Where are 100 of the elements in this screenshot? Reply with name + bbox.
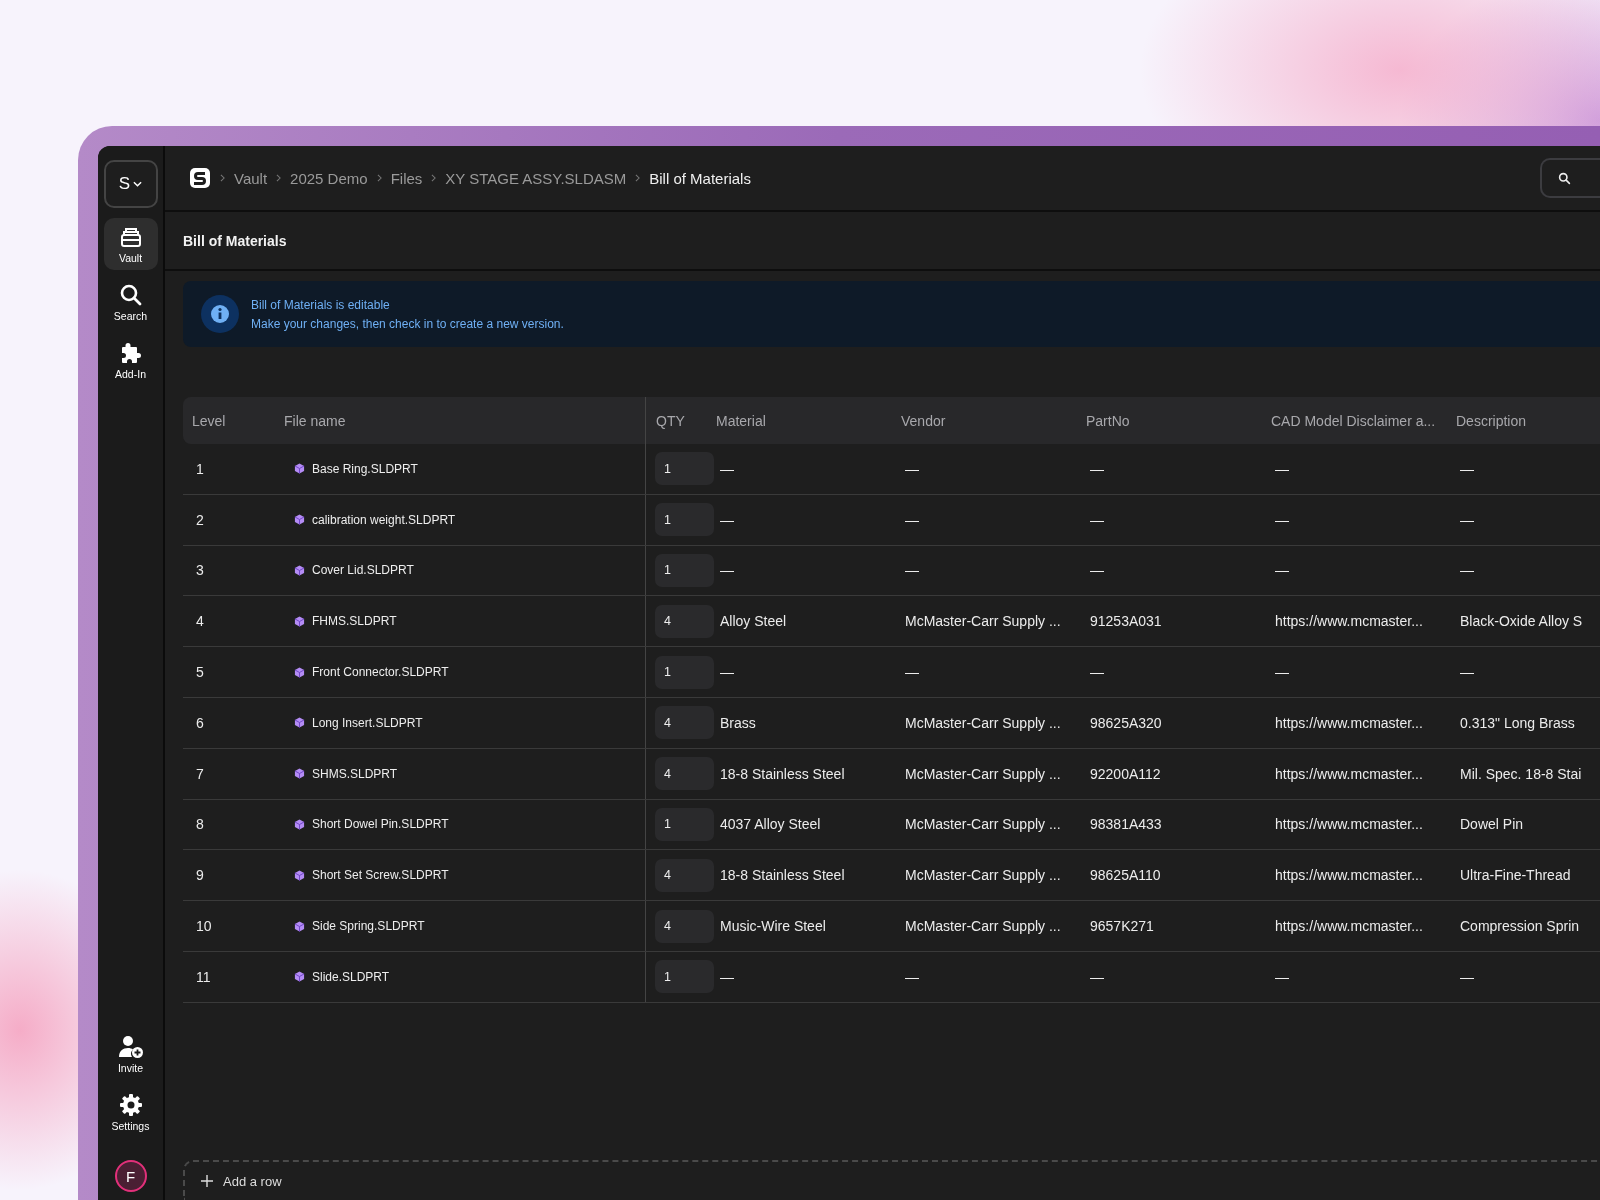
quantity-field[interactable]: 4	[655, 706, 714, 740]
column-header[interactable]: Level	[183, 397, 278, 444]
nav-item[interactable]: Settings	[103, 1086, 158, 1138]
quantity-field[interactable]: 4	[655, 604, 714, 638]
file-name[interactable]: Long Insert.SLDPRT	[312, 715, 423, 730]
banner-title: Bill of Materials is editable	[251, 297, 391, 312]
table-cell-text: Black-Oxide Alloy S	[1459, 612, 1584, 632]
nav-item[interactable]: Vault	[103, 218, 158, 270]
cube-icon	[294, 565, 305, 576]
file-name[interactable]: Side Spring.SLDPRT	[312, 919, 425, 934]
add-row-button[interactable]: Add a row	[183, 1160, 1600, 1200]
quantity-field[interactable]: 4	[655, 757, 714, 791]
column-header[interactable]: Description	[1456, 397, 1600, 444]
table-cell-text: Ultra-Fine-Thread	[1459, 866, 1572, 886]
file-name[interactable]: Slide.SLDPRT	[312, 969, 390, 984]
table-cell-text: 98381A433	[1089, 815, 1163, 835]
file-name[interactable]: Cover Lid.SLDPRT	[312, 563, 414, 578]
table-cell-text: —	[1274, 663, 1290, 683]
table-cell-text: McMaster-Carr Supply ...	[904, 612, 1062, 632]
file-name[interactable]: Short Set Screw.SLDPRT	[312, 868, 449, 883]
table-cell-text: —	[719, 967, 735, 987]
table-cell-text: —	[719, 561, 735, 581]
quantity-field[interactable]: 4	[655, 858, 714, 892]
table-cell-text: —	[1274, 510, 1290, 530]
table-cell-text: 7	[195, 764, 205, 784]
breadcrumb-link[interactable]: Bill of Materials	[649, 169, 751, 187]
file-name[interactable]: SHMS.SLDPRT	[312, 766, 398, 781]
table-cell-text: —	[904, 561, 920, 581]
quantity-field[interactable]: 4	[655, 909, 714, 943]
table-cell-text: —	[1274, 459, 1290, 479]
table-cell-text: https://www.mcmaster...	[1274, 917, 1424, 937]
nav-item[interactable]: Add-In	[103, 334, 158, 386]
table-cell-text: 1	[195, 459, 205, 479]
table-cell-text: https://www.mcmaster...	[1274, 612, 1424, 632]
info-icon	[201, 295, 239, 333]
table-cell-text: Mil. Spec. 18-8 Stai	[1459, 764, 1583, 784]
table-cell-text: McMaster-Carr Supply ...	[904, 713, 1062, 733]
breadcrumb-link[interactable]: XY STAGE ASSY.SLDASM	[445, 169, 627, 187]
user-avatar[interactable]: F	[114, 1160, 147, 1192]
table-cell-text: —	[1089, 459, 1105, 479]
add-user-icon	[117, 1034, 144, 1059]
table-cell-text: —	[1274, 561, 1290, 581]
nav-item[interactable]: Invite	[103, 1028, 158, 1080]
cube-icon	[294, 869, 305, 881]
column-header[interactable]: Vendor	[901, 397, 1086, 444]
cube-icon	[294, 971, 305, 983]
table-cell-text: —	[904, 663, 920, 683]
page-title: Bill of Materials	[183, 232, 287, 249]
chevron-right-icon	[376, 174, 382, 182]
workspace-switcher[interactable]: S	[103, 160, 158, 208]
breadcrumb-link[interactable]: 2025 Demo	[290, 169, 368, 187]
breadcrumb-link[interactable]: Vault	[234, 169, 268, 187]
cube-icon	[294, 717, 305, 729]
table-cell-text: —	[904, 510, 920, 530]
quantity-field[interactable]: 1	[655, 807, 714, 841]
table-cell-text: https://www.mcmaster...	[1274, 815, 1424, 835]
table-cell-text: —	[1459, 459, 1475, 479]
table-cell-text: —	[1459, 967, 1475, 987]
table-cell-text: —	[719, 663, 735, 683]
settings-icon	[118, 1092, 143, 1117]
table-cell-text: —	[904, 967, 920, 987]
table-cell-text: 9	[195, 866, 205, 886]
file-name[interactable]: FHMS.SLDPRT	[312, 614, 397, 629]
column-header[interactable]: CAD Model Disclaimer a...	[1271, 397, 1456, 444]
table-cell-text: —	[1089, 967, 1105, 987]
column-header[interactable]: PartNo	[1086, 397, 1271, 444]
file-name[interactable]: Short Dowel Pin.SLDPRT	[312, 817, 449, 832]
column-header[interactable]: QTY	[646, 397, 716, 444]
quantity-field[interactable]: 1	[655, 960, 714, 994]
chevron-right-icon	[635, 174, 641, 182]
table-cell-text: 11	[195, 967, 212, 987]
table-cell-text: https://www.mcmaster...	[1274, 713, 1424, 733]
quantity-field[interactable]: 1	[655, 452, 714, 486]
cube-icon	[294, 920, 305, 932]
quantity-field[interactable]: 1	[655, 655, 714, 689]
banner-message: Make your changes, then check in to create a new version.	[251, 316, 564, 331]
column-header[interactable]: File name	[278, 397, 646, 444]
file-name[interactable]: Front Connector.SLDPRT	[312, 665, 449, 680]
search-field[interactable]	[1540, 158, 1600, 198]
cube-icon	[294, 768, 305, 780]
table-cell-text: Compression Sprin	[1459, 917, 1581, 937]
table-cell-text: 18-8 Stainless Steel	[719, 866, 846, 886]
quantity-field[interactable]: 1	[655, 554, 714, 587]
table-cell-text: https://www.mcmaster...	[1274, 764, 1424, 784]
table-cell-text: —	[904, 459, 920, 479]
chevron-right-icon	[276, 174, 282, 182]
table-cell-text: —	[1459, 510, 1475, 530]
file-name[interactable]: calibration weight.SLDPRT	[312, 512, 456, 527]
table-cell-text: Music-Wire Steel	[719, 917, 827, 937]
nav-item[interactable]: Search	[103, 276, 158, 328]
table-cell-text: —	[1459, 561, 1475, 581]
table-cell-text: Brass	[719, 713, 757, 733]
breadcrumb-link[interactable]: Files	[390, 169, 423, 187]
file-name[interactable]: Base Ring.SLDPRT	[312, 461, 418, 476]
chevron-right-icon	[220, 174, 225, 182]
table-cell-text: 4037 Alloy Steel	[719, 815, 822, 835]
quantity-field[interactable]: 1	[655, 503, 714, 537]
table-cell-text: —	[719, 459, 735, 479]
table-cell-text: 9657K271	[1089, 917, 1155, 937]
column-header[interactable]: Material	[716, 397, 901, 444]
